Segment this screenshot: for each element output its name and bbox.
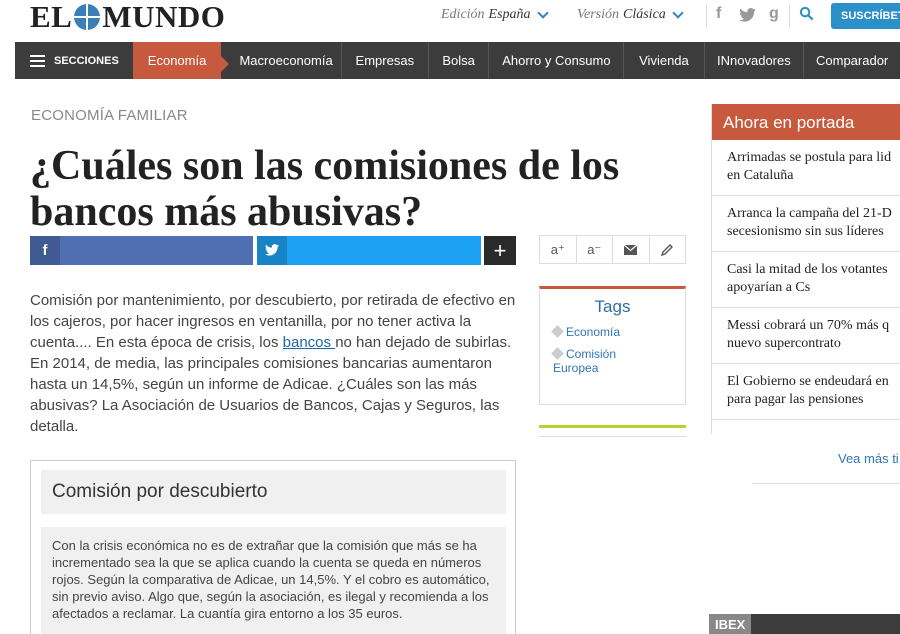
divider <box>752 483 900 484</box>
news-headline: Arranca la campaña del 21-D <box>727 206 892 221</box>
nav-item-economia[interactable]: Economía <box>132 42 229 79</box>
sidebar-news-item[interactable]: Casi la mitad de los votantes apoyarían … <box>712 252 900 308</box>
edition-label: Edición <box>441 7 485 22</box>
news-headline: Casi la mitad de los votantes <box>727 262 888 277</box>
sidebar-heading: Ahora en portada <box>712 104 900 140</box>
commission-box-title: Comisión por descubierto <box>41 470 506 514</box>
twitter-share-button[interactable] <box>257 236 481 265</box>
font-decrease-button[interactable]: a⁻ <box>577 236 613 263</box>
pencil-icon <box>660 244 673 257</box>
chevron-down-icon <box>536 7 549 19</box>
more-share-button[interactable]: + <box>484 236 516 265</box>
bancos-link[interactable]: bancos <box>283 334 336 351</box>
chevron-down-icon <box>672 7 684 19</box>
see-more-link[interactable]: Vea más ti <box>838 451 899 466</box>
email-button[interactable] <box>613 236 650 263</box>
article-lead: Comisión por mantenimiento, por descubie… <box>30 290 516 437</box>
commission-box-text: Con la crisis económica no es de extraña… <box>41 527 506 634</box>
divider <box>539 425 686 428</box>
commission-box: Comisión por descubierto Con la crisis e… <box>30 460 516 634</box>
tag-label: Economía <box>566 325 621 339</box>
market-widget[interactable]: IBEX <box>709 614 900 634</box>
divider <box>706 4 707 28</box>
divider <box>539 436 686 437</box>
logo[interactable]: EL MUNDO <box>30 0 225 34</box>
nav-item-bolsa[interactable]: Bolsa <box>429 42 490 79</box>
news-headline: El Gobierno se endeudará en <box>727 374 889 389</box>
comment-button[interactable] <box>650 236 686 263</box>
twitter-icon[interactable] <box>739 8 756 22</box>
title-line-1: ¿Cuáles son las comisiones de los <box>30 143 620 189</box>
logo-text-left: EL <box>30 0 73 34</box>
ibex-label: IBEX <box>709 614 752 634</box>
article-title: ¿Cuáles son las comisiones de los bancos… <box>30 143 670 235</box>
news-headline: en Cataluña <box>727 168 794 183</box>
sidebar-news-item[interactable]: El Gobierno se endeudará en para pagar l… <box>712 364 900 420</box>
news-headline: apoyarían a Cs <box>727 280 811 295</box>
sections-label: SECCIONES <box>54 54 119 67</box>
nav-item-vivienda[interactable]: Vivienda <box>624 42 705 79</box>
section-kicker[interactable]: ECONOMÍA FAMILIAR <box>31 107 188 124</box>
envelope-icon <box>623 244 638 255</box>
facebook-share-button[interactable]: f <box>30 236 253 265</box>
logo-text-right: MUNDO <box>102 0 226 34</box>
nav-item-macroeconomia[interactable]: Macroeconomía <box>221 42 342 79</box>
sidebar-news-item[interactable]: Arrimadas se postula para lid en Cataluñ… <box>712 140 900 196</box>
hamburger-icon <box>30 54 45 67</box>
news-headline: secesionismo sin sus líderes <box>727 224 884 239</box>
nav-item-comparador[interactable]: Comparador <box>804 42 900 79</box>
edition-selector[interactable]: Edición España <box>441 7 550 23</box>
tag-icon <box>551 325 564 338</box>
sidebar-news-item[interactable]: Arranca la campaña del 21-D secesionismo… <box>712 196 900 252</box>
news-headline: Arrimadas se postula para lid <box>727 150 892 165</box>
search-icon[interactable] <box>799 6 814 21</box>
version-value: Clásica <box>623 7 666 22</box>
nav-item-innovadores[interactable]: INnovadores <box>705 42 805 79</box>
twitter-icon <box>257 236 287 265</box>
nav-item-empresas[interactable]: Empresas <box>342 42 429 79</box>
font-increase-button[interactable]: a⁺ <box>540 236 577 263</box>
main-nav: SECCIONES Economía Macroeconomía Empresa… <box>15 42 900 79</box>
facebook-icon: f <box>30 236 60 265</box>
divider <box>789 4 790 28</box>
ahora-en-portada: Ahora en portada Arrimadas se postula pa… <box>711 104 900 434</box>
version-selector[interactable]: Versión Clásica <box>577 7 685 23</box>
news-headline: nuevo supercontrato <box>727 336 841 351</box>
google-plus-icon[interactable]: g <box>769 5 779 23</box>
subscribe-button[interactable]: SUSCRÍBETE <box>831 3 900 29</box>
article-tools: a⁺ a⁻ <box>539 235 686 264</box>
tags-box: Tags Economía Comisión Europea <box>539 286 686 405</box>
edition-value: España <box>488 7 531 22</box>
globe-icon <box>74 4 101 30</box>
tag-economia[interactable]: Economía <box>551 325 685 339</box>
title-line-2: bancos más abusivas? <box>30 189 423 235</box>
version-label: Versión <box>577 7 619 22</box>
tag-comision-europea[interactable]: Comisión Europea <box>551 347 633 375</box>
tag-icon <box>551 347 564 360</box>
tags-title: Tags <box>594 297 631 316</box>
nav-item-ahorro-consumo[interactable]: Ahorro y Consumo <box>489 42 625 79</box>
news-headline: para pagar las pensiones <box>727 392 864 407</box>
news-headline: Messi cobrará un 70% más q <box>727 318 890 333</box>
sidebar-news-item[interactable]: Messi cobrará un 70% más q nuevo superco… <box>712 308 900 364</box>
sections-menu-button[interactable]: SECCIONES <box>15 42 133 79</box>
facebook-icon[interactable]: f <box>716 5 721 23</box>
